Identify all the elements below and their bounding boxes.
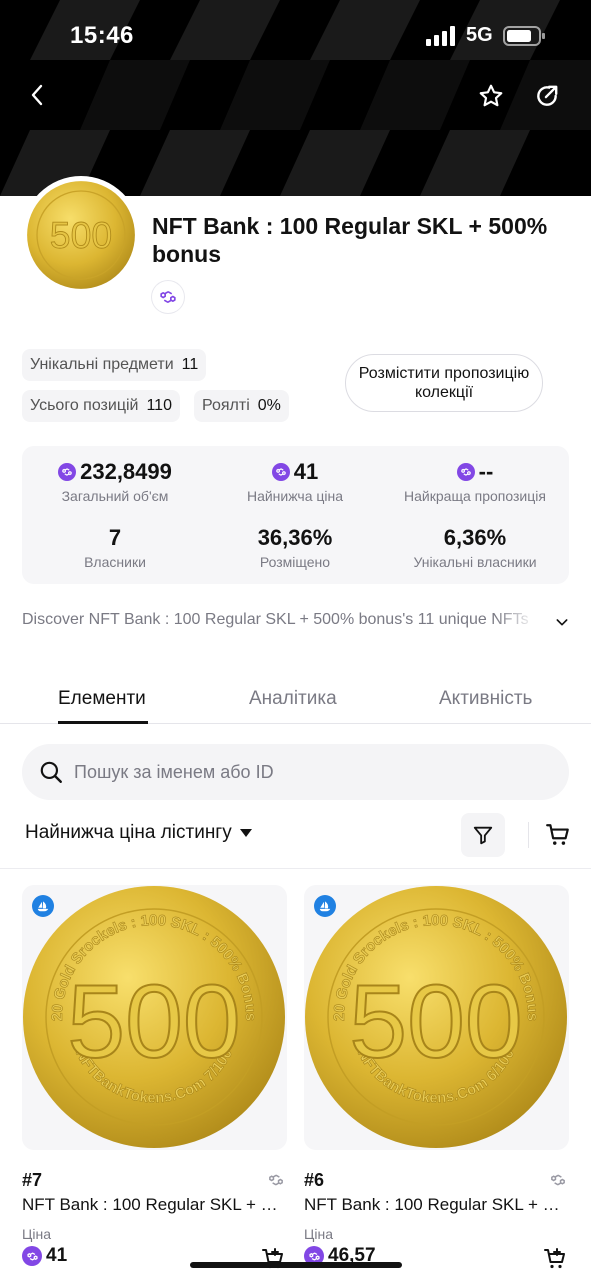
active-tab-indicator	[58, 721, 148, 724]
opensea-icon	[314, 895, 336, 917]
polygon-icon	[58, 463, 77, 481]
nft-image[interactable]: 20 Gold Srockels : 100 SKL : 500% Bonus …	[22, 885, 287, 1150]
nft-number: #7	[22, 1170, 43, 1190]
polygon-icon	[160, 291, 176, 303]
favorite-button[interactable]	[471, 76, 511, 116]
list-divider	[0, 868, 591, 869]
chevron-left-icon	[31, 84, 43, 106]
chip-label: Роялті	[202, 397, 250, 414]
stat-value: --	[478, 459, 494, 484]
caret-down-icon	[239, 829, 252, 837]
opensea-icon	[32, 895, 54, 917]
stat-listed: 36,36% Розміщено	[204, 524, 386, 570]
stat-floor-price: 41 Найнижча ціна	[204, 458, 386, 504]
stat-total-volume: 232,8499 Загальний об'єм	[24, 458, 206, 504]
tab-analytics[interactable]: Аналітика	[249, 688, 337, 710]
collection-avatar: 500	[22, 176, 140, 294]
cart-icon	[546, 824, 569, 845]
stat-value: 232,8499	[80, 459, 172, 484]
polygon-icon	[271, 463, 290, 481]
add-to-cart-icon[interactable]	[543, 1247, 567, 1271]
chain-badge[interactable]	[152, 281, 184, 313]
toolbar-divider	[528, 822, 529, 848]
tab-items[interactable]: Елементи	[58, 688, 146, 710]
nft-number: #6	[304, 1170, 325, 1190]
stat-owners: 7 Власники	[24, 524, 206, 570]
sort-dropdown[interactable]: Найнижча ціна лістингу	[25, 822, 252, 844]
nft-image[interactable]: 20 Gold Srockels : 100 SKL : 500% Bonus …	[304, 885, 569, 1150]
stat-label: Найкраща пропозиція	[404, 488, 546, 504]
share-button[interactable]	[527, 76, 567, 116]
cart-button[interactable]	[542, 818, 574, 852]
polygon-icon	[456, 463, 475, 481]
nft-card[interactable]: 20 Gold Srockels : 100 SKL : 500% Bonus …	[22, 885, 287, 1280]
gold-coin-image: 20 Gold Srockels : 100 SKL : 500% Bonus …	[23, 886, 285, 1148]
chip-total-items: Усього позицій 110	[22, 390, 180, 422]
stat-value: 6,36%	[443, 525, 507, 550]
chip-label: Усього позицій	[30, 397, 139, 414]
gold-coin-image: 20 Gold Srockels : 100 SKL : 500% Bonus …	[305, 886, 567, 1148]
price-label: Ціна	[304, 1226, 333, 1242]
filter-button[interactable]	[461, 813, 505, 857]
collection-banner: 15:46 5G	[0, 0, 591, 196]
polygon-icon	[551, 1174, 565, 1186]
search-input[interactable]	[74, 761, 534, 783]
stat-label: Власники	[84, 554, 146, 570]
coin-value-text: 500	[50, 214, 112, 256]
polygon-icon	[22, 1246, 42, 1266]
price-value: 41	[46, 1245, 68, 1266]
description-expand-button[interactable]	[548, 608, 576, 636]
polygon-icon	[269, 1174, 283, 1186]
stat-value: 7	[108, 525, 122, 550]
stat-unique-owners: 6,36% Унікальні власники	[384, 524, 566, 570]
tab-activity[interactable]: Активність	[439, 688, 532, 710]
signal-icon	[426, 26, 455, 46]
network-type: 5G	[466, 24, 493, 46]
sort-label: Найнижча ціна лістингу	[25, 822, 232, 843]
chip-value: 0%	[257, 397, 281, 414]
search-bar[interactable]	[22, 744, 569, 800]
chip-value: 11	[181, 356, 199, 373]
stat-label: Розміщено	[259, 554, 331, 570]
battery-icon	[503, 26, 545, 46]
nft-price: 41	[22, 1245, 67, 1267]
star-icon	[479, 84, 503, 107]
stats-panel: 232,8499 Загальний об'єм 41 Найнижча цін…	[22, 446, 569, 584]
search-icon	[40, 761, 62, 783]
chip-unique-items: Унікальні предмети 11	[22, 349, 207, 381]
chip-value: 110	[146, 397, 172, 414]
collection-offer-button[interactable]: Розмістити пропозицію колекції	[345, 354, 543, 412]
gold-coin-image: 500	[27, 181, 135, 289]
price-label: Ціна	[22, 1226, 51, 1242]
chevron-down-icon	[556, 619, 568, 626]
coin-value-text: 500	[349, 964, 523, 1080]
nft-card[interactable]: 20 Gold Srockels : 100 SKL : 500% Bonus …	[304, 885, 569, 1280]
stat-value: 36,36%	[257, 525, 333, 550]
coin-value-text: 500	[67, 964, 241, 1080]
stat-value: 41	[293, 459, 319, 484]
stat-label: Унікальні власники	[413, 554, 537, 570]
collection-description: Discover NFT Bank : 100 Regular SKL + 50…	[22, 611, 529, 628]
filter-icon	[473, 826, 493, 845]
nft-name: NFT Bank : 100 Regular SKL + 500% bonus	[304, 1195, 569, 1214]
stat-label: Загальний об'єм	[61, 488, 169, 504]
nft-name: NFT Bank : 100 Regular SKL + 500% bonus	[22, 1195, 287, 1214]
stat-label: Найнижча ціна	[246, 488, 344, 504]
home-indicator[interactable]	[190, 1262, 402, 1268]
chip-label: Унікальні предмети	[30, 356, 174, 373]
tab-bar: Елементи Аналітика Активність	[0, 676, 591, 724]
share-icon	[537, 85, 558, 106]
chip-royalty: Роялті 0%	[194, 390, 289, 422]
collection-title: NFT Bank : 100 Regular SKL + 500% bonus	[152, 213, 548, 267]
stat-best-offer: -- Найкраща пропозиція	[384, 458, 566, 504]
status-bar: 15:46 5G	[0, 18, 591, 54]
back-button[interactable]	[18, 75, 58, 115]
status-time: 15:46	[70, 22, 134, 49]
